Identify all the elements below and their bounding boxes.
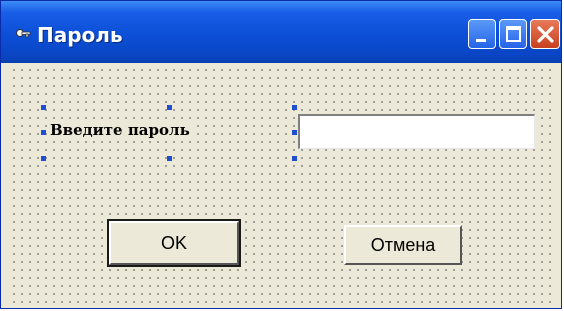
ok-button[interactable]: OK (107, 219, 241, 267)
maximize-icon (506, 26, 521, 42)
minimize-icon (476, 39, 486, 42)
selection-handle[interactable] (292, 105, 297, 110)
selection-handle[interactable] (41, 130, 46, 135)
password-label: Введите пароль (48, 121, 192, 139)
selection-handle[interactable] (167, 156, 172, 161)
selection-handle[interactable] (292, 130, 297, 135)
password-input[interactable] (298, 114, 535, 149)
form-client-area (8, 63, 555, 303)
maximize-button[interactable] (499, 19, 527, 49)
close-icon (537, 26, 554, 43)
cancel-button[interactable]: Отмена (344, 225, 462, 265)
selection-handle[interactable] (292, 156, 297, 161)
window-title: Пароль (37, 23, 123, 47)
key-icon (15, 27, 31, 43)
selection-handle[interactable] (167, 105, 172, 110)
selection-handle[interactable] (41, 105, 46, 110)
selection-handle[interactable] (41, 156, 46, 161)
minimize-button[interactable] (468, 19, 496, 49)
title-bar[interactable]: Пароль (1, 1, 561, 63)
dialog-window: Пароль Введите пароль OK Отмена (0, 0, 562, 309)
close-button[interactable] (530, 19, 560, 49)
